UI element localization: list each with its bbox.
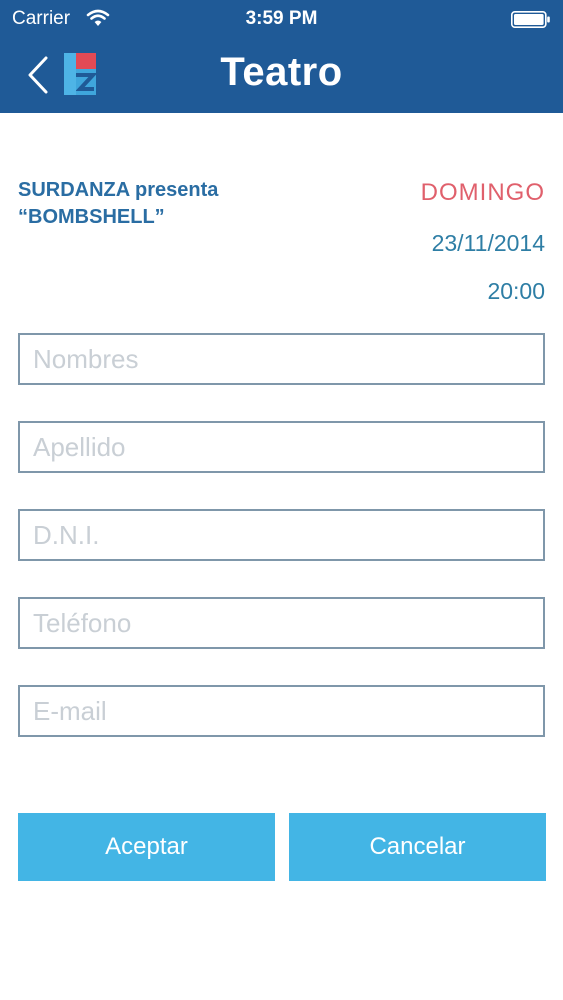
nombres-field[interactable] — [18, 333, 545, 385]
email-field[interactable] — [18, 685, 545, 737]
cancel-button[interactable]: Cancelar — [289, 813, 546, 881]
dni-field[interactable] — [18, 509, 545, 561]
status-bar: Carrier 3:59 PM — [0, 0, 563, 38]
accept-button[interactable]: Aceptar — [18, 813, 275, 881]
event-title: SURDANZA presenta “BOMBSHELL” — [18, 177, 318, 231]
event-date: 23/11/2014 — [431, 230, 545, 256]
apellido-field[interactable] — [18, 421, 545, 473]
event-title-line1: SURDANZA presenta — [18, 179, 219, 201]
top-bar: Carrier 3:59 PM Teatro — [0, 0, 563, 113]
battery-icon — [511, 11, 550, 28]
event-time: 20:00 — [487, 278, 545, 304]
status-time: 3:59 PM — [245, 8, 318, 29]
telefono-field[interactable] — [18, 597, 545, 649]
page-title: Teatro — [220, 50, 343, 94]
event-title-line2: “BOMBSHELL” — [18, 206, 165, 228]
navigation-bar: Teatro — [0, 38, 563, 113]
event-day: DOMINGO — [420, 179, 545, 206]
